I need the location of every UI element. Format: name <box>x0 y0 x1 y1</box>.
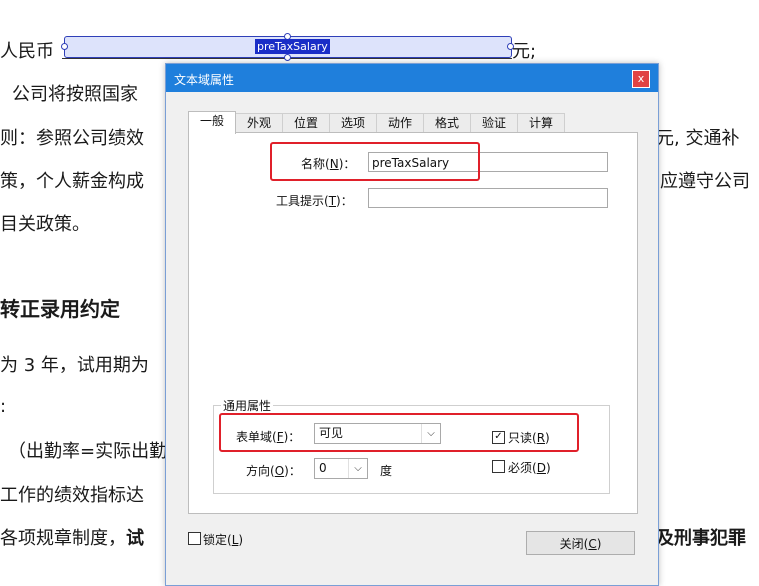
resize-handle-left[interactable] <box>61 43 68 50</box>
tab-calculate[interactable]: 计算 <box>517 113 565 133</box>
tab-options[interactable]: 选项 <box>329 113 377 133</box>
tab-actions[interactable]: 动作 <box>376 113 424 133</box>
tab-general[interactable]: 一般 <box>188 111 236 134</box>
locked-label: 锁定(L) <box>203 533 244 547</box>
doc-heading: 转正录用约定 <box>0 297 120 321</box>
locked-checkbox[interactable] <box>188 532 201 545</box>
doc-line-10-right: 及刑事犯罪 <box>656 528 746 549</box>
close-button[interactable]: 关闭(C) <box>526 531 635 555</box>
dialog-title: 文本域属性 <box>174 73 235 87</box>
doc-line-7: : <box>0 396 7 417</box>
doc-line-3-right: 元, 交通补 <box>656 128 740 149</box>
required-checkbox[interactable] <box>492 460 505 473</box>
tab-appearance[interactable]: 外观 <box>235 113 283 133</box>
tooltip-input[interactable] <box>368 188 608 208</box>
doc-line-5: 目关政策。 <box>0 214 90 235</box>
doc-line-8: （出勤率=实际出勤 <box>8 441 168 462</box>
doc-line-2: 公司将按照国家 <box>12 84 138 105</box>
required-label: 必须(D) <box>508 461 551 475</box>
doc-line-6: 为 3 年，试用期为 <box>0 355 149 376</box>
tooltip-label: 工具提示(T)： <box>276 194 353 208</box>
field-name-label: preTaxSalary <box>255 39 330 54</box>
close-icon[interactable]: x <box>632 70 650 88</box>
doc-line-1: 人民币 <box>0 41 54 62</box>
orientation-label: 方向(O)： <box>246 464 301 478</box>
doc-line-9: 工作的绩效指标达 <box>0 485 144 506</box>
text-field-properties-dialog: 文本域属性 x 一般 外观 位置 选项 动作 格式 验证 计算 名称(N)： p… <box>165 63 659 586</box>
tab-validate[interactable]: 验证 <box>470 113 518 133</box>
common-properties-title: 通用属性 <box>221 397 274 414</box>
chevron-down-icon: ⌵ <box>348 459 367 478</box>
doc-line-4-right: 应遵守公司 <box>660 171 750 192</box>
tab-position[interactable]: 位置 <box>282 113 330 133</box>
dialog-title-bar[interactable]: 文本域属性 x <box>166 64 658 92</box>
doc-line-3: 则：参照公司绩效 <box>0 128 144 149</box>
resize-handle-bottom[interactable] <box>284 54 291 61</box>
degree-label: 度 <box>380 464 393 478</box>
name-highlight-box <box>270 142 480 181</box>
orientation-select[interactable]: 0 ⌵ <box>314 458 368 479</box>
doc-line-1-suffix: 元; <box>512 41 537 62</box>
doc-line-4: 策，个人薪金构成 <box>0 171 144 192</box>
form-field-highlight-box <box>219 413 579 452</box>
tab-format[interactable]: 格式 <box>423 113 471 133</box>
doc-line-10: 各项规章制度，试 <box>0 528 144 549</box>
